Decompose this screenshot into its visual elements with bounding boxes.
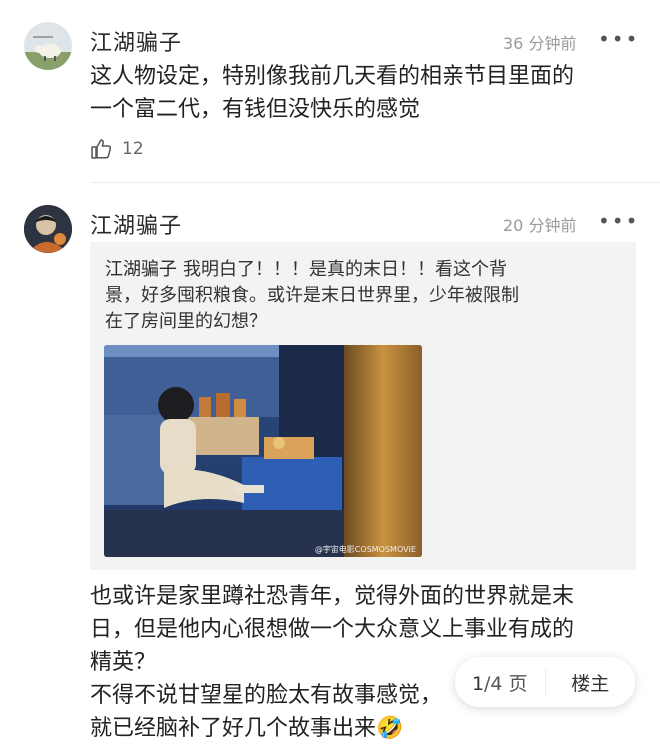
thumbs-up-icon xyxy=(91,139,112,159)
more-icon[interactable]: ••• xyxy=(598,211,639,231)
quoted-line: 在了房间里的幻想？ xyxy=(105,311,267,332)
current-page: 1 xyxy=(471,672,485,695)
timestamp: 20 分钟前 xyxy=(503,216,577,235)
comment-line: 就已经脑补了好几个故事出来🤣 xyxy=(90,716,404,741)
quoted-line: 江湖骗子 我明白了！！！是真的末日！！看这个背 xyxy=(105,257,605,283)
comment-line: 这人物设定，特别像我前几天看的相亲节目里面的 xyxy=(90,64,575,89)
page-indicator[interactable]: 1/4 页 xyxy=(455,669,545,696)
divider xyxy=(90,182,660,183)
quoted-comment[interactable]: 江湖骗子 我明白了！！！是真的末日！！看这个背 景，好多囤积粮食。或许是末日世界里… xyxy=(90,242,636,570)
quoted-line-text: 我明白了！！！是真的末日！！看这个背 xyxy=(183,259,507,280)
timestamp: 36 分钟前 xyxy=(503,34,577,53)
avatar[interactable] xyxy=(24,22,72,70)
comment-line: 也或许是家里蹲社恐青年，觉得外面的世界就是末 xyxy=(90,584,575,609)
like-button[interactable]: 12 xyxy=(90,137,144,161)
quoted-line: 景，好多囤积粮食。或许是末日世界里，少年被限制 xyxy=(105,285,519,306)
quoted-text: 江湖骗子 我明白了！！！是真的末日！！看这个背 景，好多囤积粮食。或许是末日世界里… xyxy=(105,257,605,335)
quoted-image[interactable]: @宇宙电影COSMOSMOVIE xyxy=(104,345,422,557)
page-total: /4 页 xyxy=(484,672,528,695)
page-navigator: 1/4 页 楼主 xyxy=(455,657,635,707)
like-count: 12 xyxy=(122,139,144,159)
only-op-button[interactable]: 楼主 xyxy=(544,668,636,696)
comment-text: 这人物设定，特别像我前几天看的相亲节目里面的 一个富二代，有钱但没快乐的感觉 xyxy=(90,60,650,126)
avatar-sheep-image xyxy=(24,22,72,70)
movie-still-image: @宇宙电影COSMOSMOVIE xyxy=(104,345,422,557)
comment-line: 一个富二代，有钱但没快乐的感觉 xyxy=(90,97,421,122)
avatar[interactable] xyxy=(24,205,72,253)
username[interactable]: 江湖骗子 xyxy=(90,208,182,240)
more-icon[interactable]: ••• xyxy=(598,29,639,49)
image-watermark: @宇宙电影COSMOSMOVIE xyxy=(315,544,416,554)
username[interactable]: 江湖骗子 xyxy=(90,25,182,57)
quoted-username[interactable]: 江湖骗子 xyxy=(105,259,177,280)
comment-line: 日，但是他内心很想做一个大众意义上事业有成的 xyxy=(90,617,575,642)
avatar-portrait-image xyxy=(24,205,72,253)
